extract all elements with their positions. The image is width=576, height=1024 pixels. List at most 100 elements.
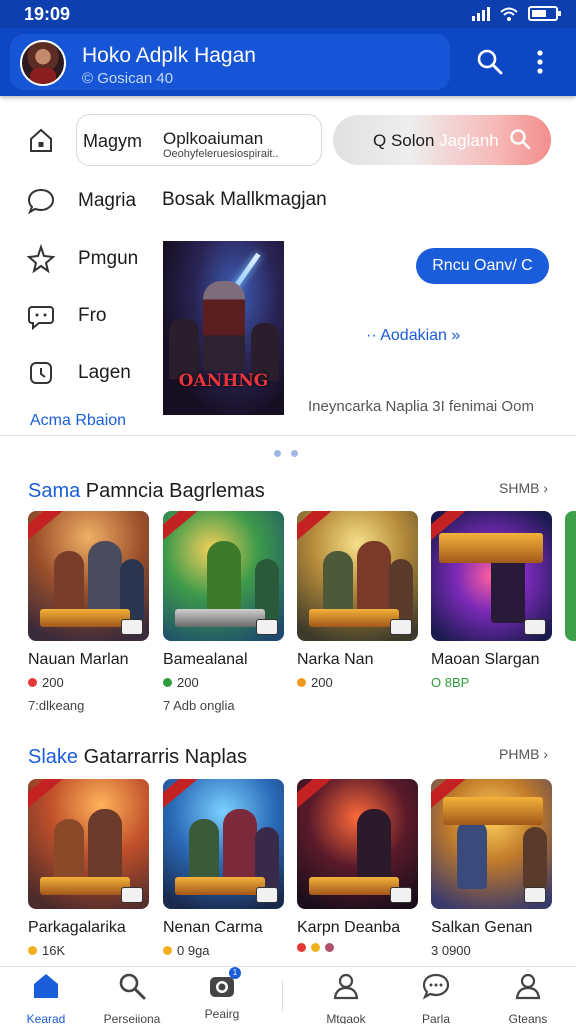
- nav-camera[interactable]: 1 Peairg: [182, 967, 262, 1021]
- sidebar-item-label: Fro: [78, 305, 107, 326]
- search-button[interactable]: Q Solon Jaglanh: [333, 115, 551, 165]
- nav-label: Kearad: [26, 1012, 66, 1024]
- chat-bubble-icon: [27, 188, 55, 215]
- section-title: Slake Gatarrarris Naplas: [28, 746, 247, 768]
- featured-heading: Bosak Mallkmagjan: [162, 189, 327, 210]
- chat-icon: [422, 973, 450, 1000]
- search-label: Q Solon Jaglanh: [373, 131, 499, 150]
- game-stats: 3 0900: [431, 943, 471, 958]
- game-stats: 200: [297, 675, 418, 690]
- home-icon: [30, 128, 52, 152]
- section-more-link[interactable]: PHMB ›: [499, 746, 548, 762]
- nav-friends[interactable]: Mtqaok: [306, 971, 386, 1024]
- game-stats: [297, 943, 418, 952]
- game-card[interactable]: Nauan Marlan 200 7:dlkeang: [28, 511, 149, 713]
- nav-label: Gteans: [508, 1012, 548, 1024]
- search-icon: [119, 973, 146, 1000]
- carousel-dots[interactable]: [274, 450, 298, 457]
- game-card[interactable]: Parkagalarika 16K: [28, 779, 149, 958]
- poster-title: OANHNG: [178, 371, 269, 391]
- field-subtitle: Oeohyfeleruesiospirait..: [163, 148, 279, 160]
- nav-label: Parla: [421, 1012, 450, 1024]
- game-title: Parkagalarika: [28, 919, 126, 936]
- game-card[interactable]: Karpn Deanba: [297, 779, 418, 952]
- game-thumbnail: [163, 779, 284, 909]
- nav-label: Perseiiona: [103, 1012, 161, 1024]
- game-thumbnail: [565, 511, 576, 641]
- status-icons: [472, 6, 561, 21]
- sidebar-item-favorites[interactable]: Pmgun: [26, 241, 146, 277]
- section-title: Sama Pamncia Bagrlemas: [28, 480, 265, 502]
- profile-icon: [515, 973, 541, 1000]
- sidebar-item-label: Magria: [78, 190, 137, 211]
- sidebar-item-messages[interactable]: Fro: [26, 298, 146, 334]
- game-thumbnail: [431, 779, 552, 909]
- more-vertical-icon[interactable]: [528, 48, 552, 76]
- sidebar-item-label: Lagen: [78, 362, 131, 383]
- sidebar-item-history[interactable]: Lagen: [26, 355, 146, 391]
- game-extra: 7:dlkeang: [28, 698, 85, 713]
- search-icon[interactable]: [476, 48, 504, 76]
- sidebar-item-chat[interactable]: Magria: [26, 183, 146, 219]
- notification-badge: 1: [229, 967, 241, 979]
- field-title: Oplkoaiuman: [163, 129, 264, 148]
- game-title: Karpn Deanba: [297, 919, 401, 936]
- game-thumbnail: [28, 511, 149, 641]
- featured-poster[interactable]: OANHNG: [163, 241, 284, 415]
- wifi-icon: [500, 7, 518, 21]
- star-icon: [26, 244, 56, 274]
- nav-profile[interactable]: Gteans: [488, 971, 568, 1024]
- game-extra: 7 Adb onglia: [163, 698, 235, 713]
- account-field[interactable]: Magym Oplkoaiuman Oeohyfeleruesiospirait…: [76, 114, 322, 166]
- app-header: Hoko Adplk Hagan © Gosican 40: [0, 28, 576, 96]
- avatar[interactable]: [20, 40, 66, 86]
- profile-subtitle: © Gosican 40: [82, 70, 174, 87]
- status-bar: 19:09: [0, 0, 576, 28]
- search-icon: [510, 129, 531, 150]
- nav-label: Mtqaok: [326, 1012, 366, 1024]
- section-more-link[interactable]: SHMB ›: [499, 480, 548, 496]
- game-stats: O 8BP: [431, 675, 470, 690]
- message-icon: [28, 306, 54, 331]
- profile-card[interactable]: Hoko Adplk Hagan © Gosican 40: [10, 34, 450, 90]
- game-card[interactable]: Salkan Genan 3 0900: [431, 779, 552, 958]
- game-thumbnail: [297, 511, 418, 641]
- game-thumbnail: [297, 779, 418, 909]
- game-card-partial[interactable]: [565, 511, 576, 641]
- game-title: Narka Nan: [297, 651, 374, 668]
- bottom-nav: Kearad Perseiiona 1 Peairg Mtqaok Parla …: [0, 966, 576, 1024]
- game-title: Nauan Marlan: [28, 651, 129, 668]
- battery-icon: [528, 6, 561, 21]
- game-stats: 16K: [28, 943, 149, 958]
- game-card[interactable]: Narka Nan 200: [297, 511, 418, 698]
- promo-caption: Ineyncarka Naplia 3I fenimai Oom: [308, 398, 534, 415]
- game-card[interactable]: Maoan Slargan O 8BP: [431, 511, 552, 698]
- home-icon: [34, 974, 58, 998]
- game-stats: 200: [28, 675, 149, 690]
- copyright-icon: ©: [82, 70, 94, 87]
- clock-icon: [30, 362, 52, 384]
- nav-chat[interactable]: Parla: [396, 971, 476, 1024]
- game-title: Salkan Genan: [431, 919, 533, 936]
- promo-button[interactable]: Rncu Oanv/ C: [416, 248, 549, 284]
- game-title: Bamealanal: [163, 651, 248, 668]
- signal-icon: [472, 6, 490, 21]
- game-title: Maoan Slargan: [431, 651, 540, 668]
- promo-link[interactable]: ·· Aodakian »: [366, 327, 460, 345]
- nav-separator: [282, 981, 283, 1011]
- profile-name: Hoko Adplk Hagan: [82, 44, 256, 67]
- sidebar-item-label: Pmgun: [78, 248, 139, 269]
- game-card[interactable]: Bamealanal 200 7 Adb onglia: [163, 511, 284, 713]
- divider: [0, 435, 576, 436]
- game-title: Nenan Carma: [163, 919, 263, 936]
- field-label: Magym: [83, 131, 143, 151]
- game-stats: 0 9ga: [163, 943, 284, 958]
- nav-home[interactable]: Kearad: [6, 971, 86, 1024]
- sidebar-more-link[interactable]: Acma Rbaion: [30, 412, 126, 430]
- nav-search[interactable]: Perseiiona: [92, 971, 172, 1024]
- status-time: 19:09: [24, 4, 71, 24]
- game-thumbnail: [431, 511, 552, 641]
- game-thumbnail: [163, 511, 284, 641]
- game-card[interactable]: Nenan Carma 0 9ga: [163, 779, 284, 958]
- game-thumbnail: [28, 779, 149, 909]
